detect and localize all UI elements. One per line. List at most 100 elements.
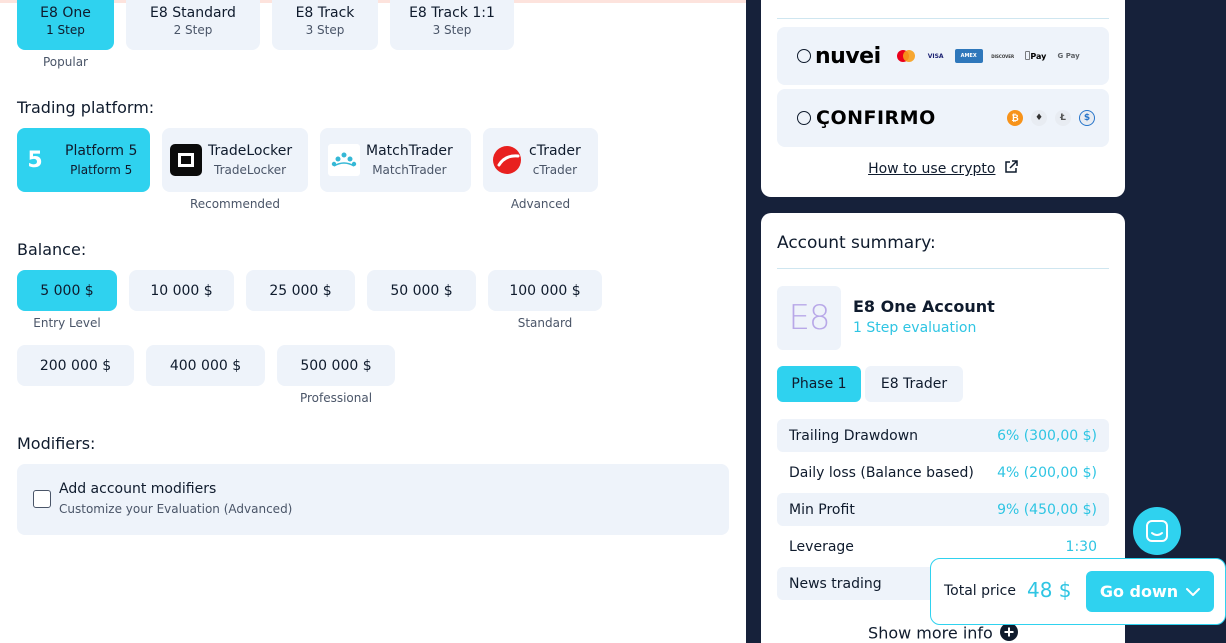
chat-icon xyxy=(1145,519,1169,543)
balance-hint-entry: Entry Level xyxy=(33,316,101,330)
platform-names: TradeLocker TradeLocker xyxy=(208,142,292,179)
mastercard-icon xyxy=(895,49,917,63)
discover-icon: DISCOVER xyxy=(991,53,1015,59)
platform-names: Platform 5 Platform 5 xyxy=(65,142,137,179)
eval-option-sub: 1 Step xyxy=(46,22,85,37)
nuvei-radio[interactable] xyxy=(797,49,811,63)
balance-option-400000[interactable]: 400 000 $ xyxy=(146,345,265,386)
eval-option-label: E8 Standard xyxy=(150,4,236,21)
eval-option-sub: 3 Step xyxy=(432,22,472,37)
platform5-icon: 5 xyxy=(19,144,51,176)
account-subtitle: 1 Step evaluation xyxy=(853,320,977,336)
balance-option-100000[interactable]: 100 000 $ xyxy=(488,270,602,311)
matchtrader-icon xyxy=(328,144,360,176)
summary-row-trailing-drawdown: Trailing Drawdown 6% (300,00 $) xyxy=(777,419,1109,452)
total-price: 48 $ xyxy=(1027,578,1072,602)
balance-option-200000[interactable]: 200 000 $ xyxy=(17,345,134,386)
total-label: Total price xyxy=(944,583,1016,599)
apple-pay-icon: Pay xyxy=(1023,49,1049,63)
modifiers-heading: Modifiers: xyxy=(17,434,96,453)
summary-divider xyxy=(777,268,1109,269)
summary-row-min-profit: Min Profit 9% (450,00 $) xyxy=(777,493,1109,526)
total-price-bar: Total price 48 $ Go down xyxy=(930,558,1226,625)
row-value: 4% (200,00 $) xyxy=(997,464,1097,481)
row-label: Daily loss (Balance based) xyxy=(789,464,974,481)
platform-option-ctrader[interactable]: cTrader cTrader xyxy=(483,128,598,192)
tab-e8-trader[interactable]: E8 Trader xyxy=(865,366,963,402)
row-value: 1:30 xyxy=(1065,538,1097,555)
summary-row-daily-loss: Daily loss (Balance based) 4% (200,00 $) xyxy=(777,456,1109,489)
apple-pay-text: Pay xyxy=(1027,51,1046,61)
crypto-help-text: How to use crypto xyxy=(868,161,996,177)
modifiers-checkbox[interactable] xyxy=(33,490,51,508)
row-label: News trading xyxy=(789,575,882,592)
amex-icon: AMEX xyxy=(954,49,983,63)
chat-support-button[interactable] xyxy=(1133,507,1181,555)
platform-hint-recommended: Recommended xyxy=(189,197,281,211)
google-pay-icon: G Pay xyxy=(1057,52,1080,60)
eval-option-label: E8 One xyxy=(40,4,91,21)
crypto-coins: ₿ ♦ Ł $ xyxy=(999,110,1095,126)
row-value: 9% (450,00 $) xyxy=(997,501,1097,518)
platform-name: cTrader xyxy=(529,142,581,159)
crypto-help-link[interactable]: How to use crypto xyxy=(761,160,1125,178)
platform-sub: TradeLocker xyxy=(214,162,287,177)
visa-icon: VISA xyxy=(927,52,944,60)
row-label: Min Profit xyxy=(789,501,855,518)
balance-option-10000[interactable]: 10 000 $ xyxy=(129,270,234,311)
eval-option-sub: 2 Step xyxy=(173,22,213,37)
platform-name: TradeLocker xyxy=(208,142,293,159)
show-more-text: Show more info xyxy=(868,623,993,643)
platform-sub: cTrader xyxy=(532,162,578,177)
eval-option-label: E8 Track 1:1 xyxy=(409,4,495,21)
eval-option-label: E8 Track xyxy=(295,4,355,21)
nuvei-logo: nuvei xyxy=(815,43,881,69)
modifiers-title: Add account modifiers xyxy=(59,481,217,497)
tab-phase-1[interactable]: Phase 1 xyxy=(777,366,861,402)
eval-hint-popular: Popular xyxy=(43,55,88,69)
balance-option-5000[interactable]: 5 000 $ xyxy=(17,270,117,311)
balance-option-50000[interactable]: 50 000 $ xyxy=(367,270,476,311)
payment-option-nuvei[interactable]: nuvei VISA AMEX DISCOVER Pay G Pay xyxy=(777,27,1109,85)
show-more-info-button[interactable]: Show more info xyxy=(761,623,1125,643)
platform5-logo-text: 5 xyxy=(27,147,43,173)
platform-name: Platform 5 xyxy=(65,142,138,159)
eval-option-e8-track-1-1[interactable]: E8 Track 1:1 3 Step xyxy=(390,0,514,50)
ctrader-icon xyxy=(491,144,523,176)
row-label: Trailing Drawdown xyxy=(789,427,919,444)
summary-heading: Account summary: xyxy=(777,233,936,253)
modifiers-subtitle: Customize your Evaluation (Advanced) xyxy=(59,502,293,516)
account-logo: E8 xyxy=(777,286,841,350)
payment-divider xyxy=(777,18,1109,19)
platform-option-matchtrader[interactable]: MatchTrader MatchTrader xyxy=(320,128,471,192)
add-modifiers-option[interactable]: Add account modifiers Customize your Eva… xyxy=(17,464,729,535)
platform-sub: Platform 5 xyxy=(70,162,133,177)
tradelocker-icon xyxy=(170,144,202,176)
eval-option-sub: 3 Step xyxy=(305,22,345,37)
platform-option-tradelocker[interactable]: TradeLocker TradeLocker xyxy=(162,128,308,192)
platform-names: MatchTrader MatchTrader xyxy=(366,142,453,179)
platform-option-platform5[interactable]: 5 Platform 5 Platform 5 xyxy=(17,128,150,192)
ethereum-icon: ♦ xyxy=(1031,110,1047,126)
platform-names: cTrader cTrader xyxy=(529,142,581,179)
go-down-button[interactable]: Go down xyxy=(1086,571,1214,612)
payment-option-confirmo[interactable]: ÇONFIRMO ₿ ♦ Ł $ xyxy=(777,89,1109,147)
go-down-label: Go down xyxy=(1099,582,1179,601)
confirmo-radio[interactable] xyxy=(797,111,811,125)
row-value: 6% (300,00 $) xyxy=(997,427,1097,444)
eval-option-e8-standard[interactable]: E8 Standard 2 Step xyxy=(126,0,260,50)
chevron-down-icon xyxy=(1186,587,1201,597)
balance-option-500000[interactable]: 500 000 $ xyxy=(277,345,395,386)
external-link-icon xyxy=(1004,160,1018,178)
account-logo-text: E8 xyxy=(788,298,830,338)
eval-option-e8-track[interactable]: E8 Track 3 Step xyxy=(272,0,378,50)
balance-option-25000[interactable]: 25 000 $ xyxy=(246,270,355,311)
plus-circle-icon xyxy=(999,623,1018,643)
row-label: Leverage xyxy=(789,538,854,555)
confirmo-logo: ÇONFIRMO xyxy=(816,107,936,129)
bitcoin-icon: ₿ xyxy=(1007,110,1023,126)
balance-hint-standard: Standard xyxy=(517,316,573,330)
platform-name: MatchTrader xyxy=(366,142,453,159)
eval-option-e8-one[interactable]: E8 One 1 Step xyxy=(17,0,114,50)
litecoin-icon: Ł xyxy=(1055,110,1071,126)
